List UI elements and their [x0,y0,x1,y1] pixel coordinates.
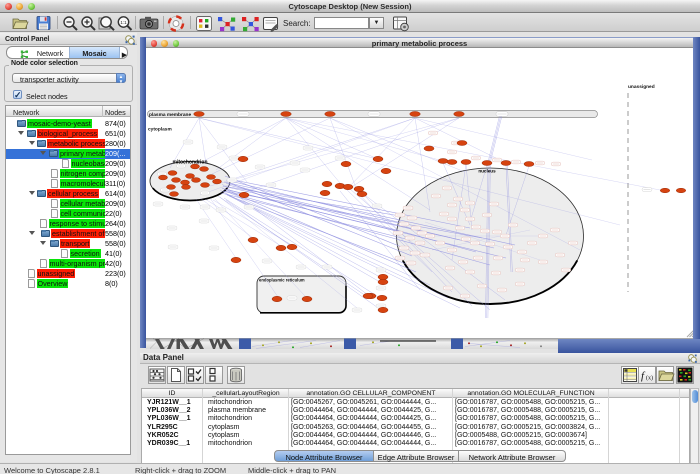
svg-text:(x): (x) [646,374,653,381]
svg-text:endoplasmic reticulum: endoplasmic reticulum [259,278,305,283]
svg-text:plasma membrane: plasma membrane [149,112,191,118]
svg-text:unassigned: unassigned [628,84,655,90]
svg-text:cytoplasm: cytoplasm [148,127,172,133]
svg-text:nucleus: nucleus [478,169,496,174]
svg-text:1:1: 1:1 [120,20,127,25]
